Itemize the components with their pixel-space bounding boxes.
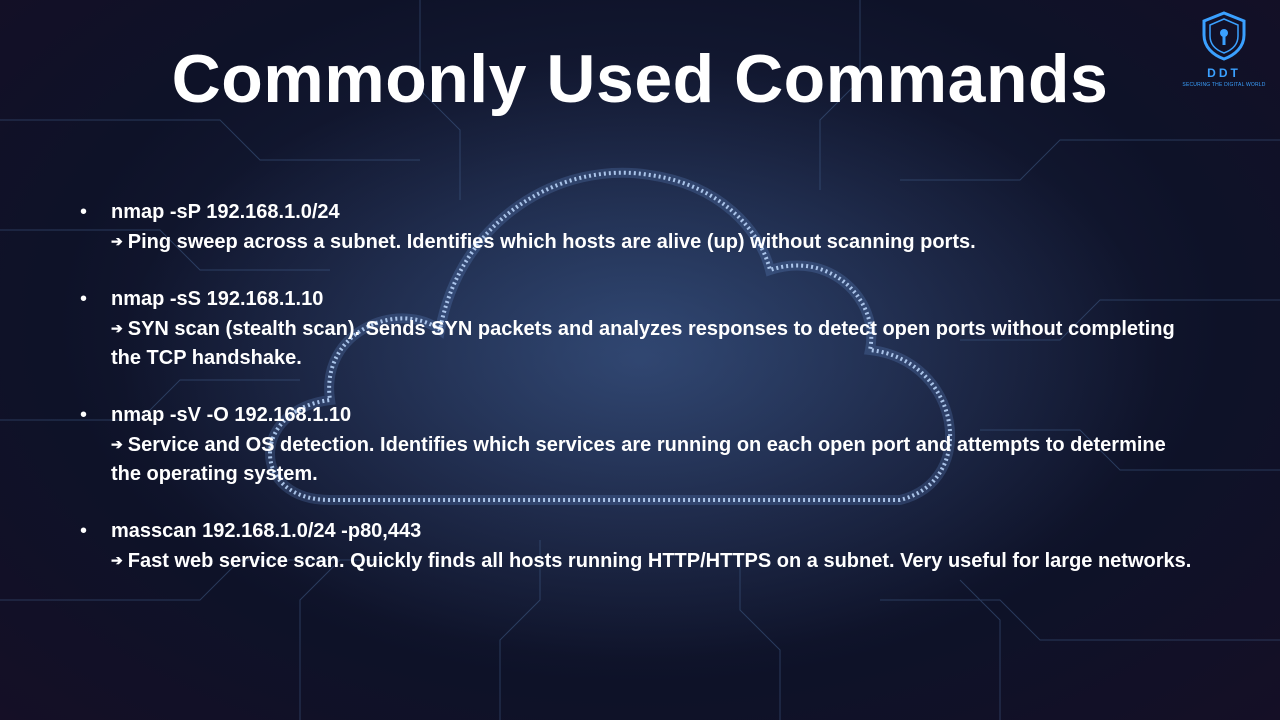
description-text: SYN scan (stealth scan). Sends SYN packe… bbox=[111, 318, 1175, 369]
list-item: • masscan 192.168.1.0/24 -p80,443 ➔ Fast … bbox=[80, 517, 1200, 576]
command-text: nmap -sP 192.168.1.0/24 bbox=[111, 201, 340, 223]
list-item: • nmap -sP 192.168.1.0/24 ➔ Ping sweep ac… bbox=[80, 198, 1200, 257]
description-text: Service and OS detection. Identifies whi… bbox=[111, 434, 1166, 485]
arrow-icon: ➔ bbox=[111, 233, 123, 249]
arrow-icon: ➔ bbox=[111, 320, 123, 336]
slide: Commonly Used Commands DDT SECURING THE … bbox=[0, 0, 1280, 720]
list-item: • nmap -sV -O 192.168.1.10 ➔ Service and … bbox=[80, 401, 1200, 489]
bullet: • bbox=[80, 201, 88, 223]
ddt-logo: DDT SECURING THE DIGITAL WORLD bbox=[1176, 10, 1272, 94]
command-description: ➔ SYN scan (stealth scan). Sends SYN pack… bbox=[111, 314, 1200, 373]
command-description: ➔ Ping sweep across a subnet. Identifies … bbox=[111, 227, 1200, 257]
command-description: ➔ Fast web service scan. Quickly finds al… bbox=[111, 546, 1200, 576]
bullet: • bbox=[80, 520, 88, 542]
command-text: masscan 192.168.1.0/24 -p80,443 bbox=[111, 520, 422, 542]
arrow-icon: ➔ bbox=[111, 436, 123, 452]
command-text: nmap -sS 192.168.1.10 bbox=[111, 288, 324, 310]
command-text: nmap -sV -O 192.168.1.10 bbox=[111, 404, 352, 426]
command-description: ➔ Service and OS detection. Identifies wh… bbox=[111, 430, 1200, 489]
bullet: • bbox=[80, 404, 88, 426]
logo-wordmark: DDT bbox=[1207, 66, 1241, 80]
slide-title: Commonly Used Commands bbox=[171, 41, 1109, 117]
description-text: Fast web service scan. Quickly finds all… bbox=[127, 550, 1192, 572]
logo-tagline: SECURING THE DIGITAL WORLD bbox=[1182, 82, 1266, 88]
bullet: • bbox=[80, 288, 88, 310]
list-item: • nmap -sS 192.168.1.10 ➔ SYN scan (steal… bbox=[80, 285, 1200, 373]
command-list: • nmap -sP 192.168.1.0/24 ➔ Ping sweep ac… bbox=[80, 198, 1200, 604]
shield-keyhole-icon bbox=[1202, 11, 1246, 61]
arrow-icon: ➔ bbox=[111, 552, 123, 568]
description-text: Ping sweep across a subnet. Identifies w… bbox=[127, 231, 976, 253]
